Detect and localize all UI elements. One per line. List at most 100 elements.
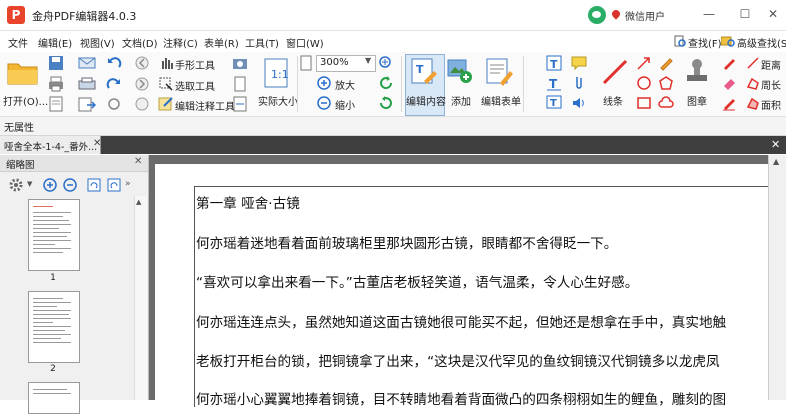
app-title: 金舟PDF编辑器4.0.3 <box>32 10 137 23</box>
save-icon[interactable] <box>48 55 64 71</box>
menu-tools[interactable]: 工具(T) <box>245 35 279 50</box>
snapshot-icon[interactable] <box>232 55 248 71</box>
eraser-icon[interactable] <box>721 75 737 91</box>
gear-icon[interactable] <box>8 177 24 193</box>
menu-view[interactable]: 视图(V) <box>80 35 115 50</box>
close-panel-icon[interactable]: ✕ <box>134 156 142 167</box>
area-button[interactable]: 面积 <box>761 97 781 112</box>
scroll-up-icon[interactable]: ▲ <box>136 198 141 206</box>
next-view-icon[interactable] <box>134 76 150 92</box>
zoom-in-icon[interactable] <box>316 75 332 91</box>
arrow-icon[interactable] <box>636 55 652 71</box>
zoom-in-small-icon[interactable] <box>378 55 394 71</box>
circle-icon[interactable] <box>636 75 652 91</box>
minimize-button[interactable]: — <box>700 6 718 22</box>
print-icon[interactable] <box>48 76 64 92</box>
pencil-icon[interactable] <box>658 55 674 71</box>
zoom-out-thumb-icon[interactable] <box>62 177 78 193</box>
zoom-in-thumb-icon[interactable] <box>42 177 58 193</box>
fit-page-icon[interactable] <box>232 76 248 92</box>
email-icon[interactable] <box>78 55 96 71</box>
find-button[interactable]: 查找(F) <box>688 35 722 50</box>
stamp-icon[interactable] <box>684 57 710 87</box>
zoom-in-button[interactable]: 放大 <box>335 77 355 92</box>
open-button[interactable]: 打开(O)... <box>3 93 48 108</box>
user-account-label[interactable]: 微信用户 <box>625 8 665 23</box>
rectangle-icon[interactable] <box>636 95 652 111</box>
menu-edit[interactable]: 编辑(E) <box>38 35 72 50</box>
perimeter-icon[interactable] <box>746 75 760 91</box>
close-window-button[interactable]: ✕ <box>764 6 782 22</box>
rotate-counterclockwise-icon[interactable] <box>378 95 394 111</box>
zoom-out-icon[interactable] <box>316 95 332 111</box>
document-tab-strip <box>0 136 786 154</box>
menu-window[interactable]: 窗口(W) <box>286 35 324 50</box>
page-thumbnail-3[interactable] <box>28 382 80 414</box>
text-box-icon[interactable]: T <box>546 55 562 71</box>
redo-icon[interactable] <box>106 76 122 92</box>
polygon-icon[interactable] <box>658 75 674 91</box>
distance-icon[interactable] <box>746 55 760 71</box>
page-view-icon[interactable] <box>299 55 313 71</box>
chevron-down-icon[interactable]: ▼ <box>365 56 371 65</box>
zoom-out-button[interactable]: 缩小 <box>335 97 355 112</box>
document-properties-icon[interactable] <box>48 96 64 112</box>
undo-icon[interactable] <box>106 55 122 71</box>
underline-icon[interactable] <box>721 95 737 111</box>
add-icon[interactable] <box>446 57 474 87</box>
edit-form-icon[interactable] <box>484 57 514 87</box>
hand-tool-icon[interactable] <box>158 55 174 71</box>
highlight-icon[interactable] <box>721 55 737 71</box>
fit-width-icon[interactable] <box>232 96 248 112</box>
cloud-icon[interactable] <box>658 95 674 111</box>
menu-form[interactable]: 表单(R) <box>204 35 239 50</box>
first-page-icon[interactable] <box>134 96 150 112</box>
advanced-find-button[interactable]: 高级查找(S) <box>737 35 786 50</box>
page-thumbnail-1[interactable] <box>28 199 80 271</box>
open-folder-icon[interactable] <box>6 58 40 86</box>
menu-file[interactable]: 文件 <box>8 35 28 50</box>
attachment-icon[interactable] <box>571 75 587 91</box>
edit-annotation-icon[interactable] <box>158 96 174 112</box>
actual-size-icon[interactable]: 1:1 <box>262 58 290 88</box>
maximize-button[interactable]: ☐ <box>736 6 754 22</box>
scroll-up-icon[interactable]: ▲ <box>773 157 779 166</box>
sound-icon[interactable] <box>571 95 587 111</box>
hand-tool-button[interactable]: 手形工具 <box>175 57 215 72</box>
thumbnail-scrollbar[interactable] <box>134 196 147 400</box>
rotate-icon[interactable] <box>106 96 122 112</box>
close-document-icon[interactable]: ✕ <box>771 138 780 151</box>
add-button[interactable]: 添加 <box>451 93 471 108</box>
distance-button[interactable]: 距离 <box>761 57 781 72</box>
menu-comment[interactable]: 注释(C) <box>163 35 198 50</box>
app-logo-icon: P <box>7 6 25 24</box>
edit-annotation-tool-button[interactable]: 编辑注释工具 <box>175 98 235 113</box>
page-thumbnail-2[interactable] <box>28 291 80 363</box>
rotate-clockwise-icon[interactable] <box>378 75 394 91</box>
chevron-down-icon[interactable]: ▼ <box>27 180 32 188</box>
menu-document[interactable]: 文档(D) <box>122 35 158 50</box>
rotate-thumb-ccw-icon[interactable] <box>106 177 122 193</box>
export-icon[interactable] <box>78 96 96 112</box>
previous-view-icon[interactable] <box>134 55 150 71</box>
stamp-button[interactable]: 图章 <box>687 93 707 108</box>
line-tool-icon[interactable] <box>600 57 630 87</box>
callout-icon[interactable]: T <box>546 95 562 111</box>
rotate-thumb-icon[interactable] <box>86 177 102 193</box>
typewriter-icon[interactable]: T <box>546 75 562 91</box>
select-tool-button[interactable]: 选取工具 <box>175 78 215 93</box>
note-icon[interactable] <box>571 55 587 71</box>
line-tool-button[interactable]: 线条 <box>603 93 623 108</box>
select-tool-icon[interactable] <box>158 76 174 92</box>
area-icon[interactable] <box>746 95 760 111</box>
perimeter-button[interactable]: 周长 <box>761 77 781 92</box>
advanced-find-icon[interactable] <box>721 35 735 47</box>
actual-size-button[interactable]: 实际大小 <box>258 93 298 108</box>
close-tab-icon[interactable]: ✕ <box>93 138 101 149</box>
find-icon[interactable] <box>674 35 686 47</box>
edit-form-button[interactable]: 编辑表单 <box>481 93 521 108</box>
wechat-icon[interactable] <box>588 6 606 24</box>
scan-icon[interactable] <box>78 76 96 92</box>
more-options-icon[interactable]: » <box>125 179 131 189</box>
document-scrollbar[interactable] <box>768 155 786 400</box>
